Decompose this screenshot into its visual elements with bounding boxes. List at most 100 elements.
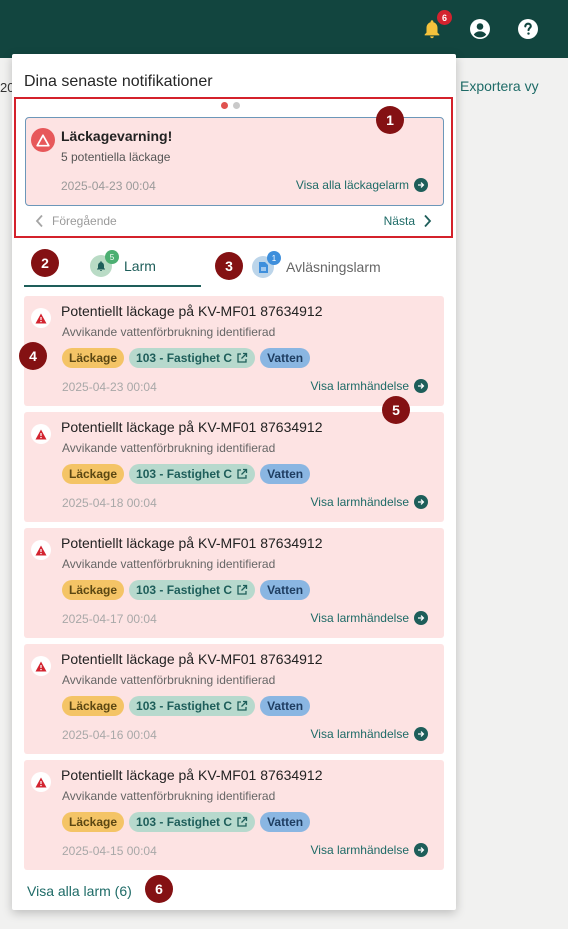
user-circle-icon xyxy=(470,19,490,39)
marker-1: 1 xyxy=(376,106,404,134)
tag-property-label: 103 - Fastighet C xyxy=(136,467,233,481)
external-link-icon xyxy=(237,700,248,711)
view-alarm-event-link[interactable]: Visa larmhändelse xyxy=(310,379,428,393)
external-link-icon xyxy=(237,584,248,595)
alarm-date: 2025-04-16 00:04 xyxy=(62,728,157,742)
alarm-subtitle: Avvikande vattenförbrukning identifierad xyxy=(62,557,276,571)
marker-4: 4 xyxy=(19,342,47,370)
view-alarm-event-link[interactable]: Visa larmhändelse xyxy=(310,727,428,741)
tag-property-link[interactable]: 103 - Fastighet C xyxy=(129,696,256,716)
arrow-right-icon xyxy=(414,611,428,625)
tag-leak: Läckage xyxy=(62,812,125,832)
tag-leak: Läckage xyxy=(62,348,125,368)
tag-water: Vatten xyxy=(260,580,311,600)
warning-icon xyxy=(31,656,51,676)
tag-property-link[interactable]: 103 - Fastighet C xyxy=(129,464,256,484)
tag-property-label: 103 - Fastighet C xyxy=(136,583,233,597)
view-alarm-event-link[interactable]: Visa larmhändelse xyxy=(310,843,428,857)
leak-warning-title: Läckagevarning! xyxy=(61,128,173,144)
alarm-date: 2025-04-23 00:04 xyxy=(62,380,157,394)
alarm-subtitle: Avvikande vattenförbrukning identifierad xyxy=(62,789,276,803)
alarm-title: Potentiellt läckage på KV-MF01 87634912 xyxy=(61,767,323,783)
marker-2: 2 xyxy=(31,249,59,277)
alarm-title: Potentiellt läckage på KV-MF01 87634912 xyxy=(61,535,323,551)
alarm-title: Potentiellt läckage på KV-MF01 87634912 xyxy=(61,419,323,435)
warning-icon xyxy=(31,308,51,328)
tag-leak: Läckage xyxy=(62,696,125,716)
alarm-subtitle: Avvikande vattenförbrukning identifierad xyxy=(62,673,276,687)
carousel-prev-label: Föregående xyxy=(52,214,117,228)
tag-property-link[interactable]: 103 - Fastighet C xyxy=(129,348,256,368)
alarm-tags: Läckage 103 - Fastighet C Vatten xyxy=(62,464,311,484)
carousel-next-label: Nästa xyxy=(383,214,415,228)
view-alarm-event-label: Visa larmhändelse xyxy=(310,611,409,625)
alarm-list: Potentiellt läckage på KV-MF01 87634912 … xyxy=(24,296,444,876)
marker-3: 3 xyxy=(215,252,243,280)
marker-6: 6 xyxy=(145,875,173,903)
alarm-tags: Läckage 103 - Fastighet C Vatten xyxy=(62,580,311,600)
alarm-date: 2025-04-15 00:04 xyxy=(62,844,157,858)
carousel-next-button[interactable]: Nästa xyxy=(384,214,432,228)
arrow-right-icon xyxy=(414,843,428,857)
warning-icon xyxy=(31,540,51,560)
view-alarm-event-label: Visa larmhändelse xyxy=(310,843,409,857)
warning-icon xyxy=(31,772,51,792)
alarm-date: 2025-04-18 00:04 xyxy=(62,496,157,510)
user-button[interactable] xyxy=(468,17,492,41)
alarm-title: Potentiellt läckage på KV-MF01 87634912 xyxy=(61,651,323,667)
view-all-leak-alarms-label: Visa alla läckagelarm xyxy=(295,178,409,192)
notification-count-badge: 6 xyxy=(437,10,452,25)
view-alarm-event-link[interactable]: Visa larmhändelse xyxy=(310,495,428,509)
external-link-icon xyxy=(237,352,248,363)
tab-larm-badge: 5 xyxy=(105,250,119,264)
alarm-tags: Läckage 103 - Fastighet C Vatten xyxy=(62,696,311,716)
notifications-panel: Dina senaste notifikationer Läckagevarni… xyxy=(12,54,456,910)
bell-icon: 5 xyxy=(90,250,119,277)
tag-water: Vatten xyxy=(260,696,311,716)
arrow-right-icon xyxy=(414,727,428,741)
view-all-alarms-link[interactable]: Visa alla larm (6) xyxy=(27,883,132,899)
carousel-dot-1[interactable] xyxy=(221,102,228,109)
alarm-title: Potentiellt läckage på KV-MF01 87634912 xyxy=(61,303,323,319)
alarm-tags: Läckage 103 - Fastighet C Vatten xyxy=(62,812,311,832)
export-label: Exportera vy xyxy=(460,78,539,94)
alarm-card[interactable]: Potentiellt läckage på KV-MF01 87634912 … xyxy=(24,760,444,870)
chevron-left-icon xyxy=(35,214,43,228)
view-alarm-event-label: Visa larmhändelse xyxy=(310,727,409,741)
view-alarm-event-link[interactable]: Visa larmhändelse xyxy=(310,611,428,625)
tab-avlasningslarm-label: Avläsningslarm xyxy=(286,259,381,275)
leak-warning-subtitle: 5 potentiella läckage xyxy=(61,150,171,164)
tag-property-link[interactable]: 103 - Fastighet C xyxy=(129,812,256,832)
alarm-card[interactable]: Potentiellt läckage på KV-MF01 87634912 … xyxy=(24,528,444,638)
tab-avlasningslarm-badge: 1 xyxy=(267,251,281,265)
tag-water: Vatten xyxy=(260,348,311,368)
alarm-card[interactable]: Potentiellt läckage på KV-MF01 87634912 … xyxy=(24,644,444,754)
tab-larm-label: Larm xyxy=(124,258,156,274)
view-all-leak-alarms-link[interactable]: Visa alla läckagelarm xyxy=(296,178,428,192)
arrow-right-icon xyxy=(414,379,428,393)
warning-icon xyxy=(31,424,51,444)
tag-property-label: 103 - Fastighet C xyxy=(136,699,233,713)
alarm-subtitle: Avvikande vattenförbrukning identifierad xyxy=(62,441,276,455)
tag-property-label: 103 - Fastighet C xyxy=(136,815,233,829)
view-alarm-event-label: Visa larmhändelse xyxy=(310,379,409,393)
carousel-dots xyxy=(221,102,240,109)
help-button[interactable] xyxy=(516,17,540,41)
alarm-card[interactable]: Potentiellt läckage på KV-MF01 87634912 … xyxy=(24,296,444,406)
external-link-icon xyxy=(237,468,248,479)
external-link-icon xyxy=(237,816,248,827)
carousel-prev-button[interactable]: Föregående xyxy=(35,214,117,228)
tab-avlasningslarm[interactable]: 1 Avläsningslarm xyxy=(252,247,442,287)
alarm-card[interactable]: Potentiellt läckage på KV-MF01 87634912 … xyxy=(24,412,444,522)
carousel-dot-2[interactable] xyxy=(233,102,240,109)
view-alarm-event-label: Visa larmhändelse xyxy=(310,495,409,509)
tag-leak: Läckage xyxy=(62,464,125,484)
tag-leak: Läckage xyxy=(62,580,125,600)
tag-water: Vatten xyxy=(260,812,311,832)
warning-icon xyxy=(31,128,55,152)
tag-water: Vatten xyxy=(260,464,311,484)
panel-title: Dina senaste notifikationer xyxy=(24,73,213,90)
export-view-link[interactable]: Exportera vy xyxy=(448,78,539,94)
tag-property-link[interactable]: 103 - Fastighet C xyxy=(129,580,256,600)
chevron-right-icon xyxy=(424,214,432,228)
